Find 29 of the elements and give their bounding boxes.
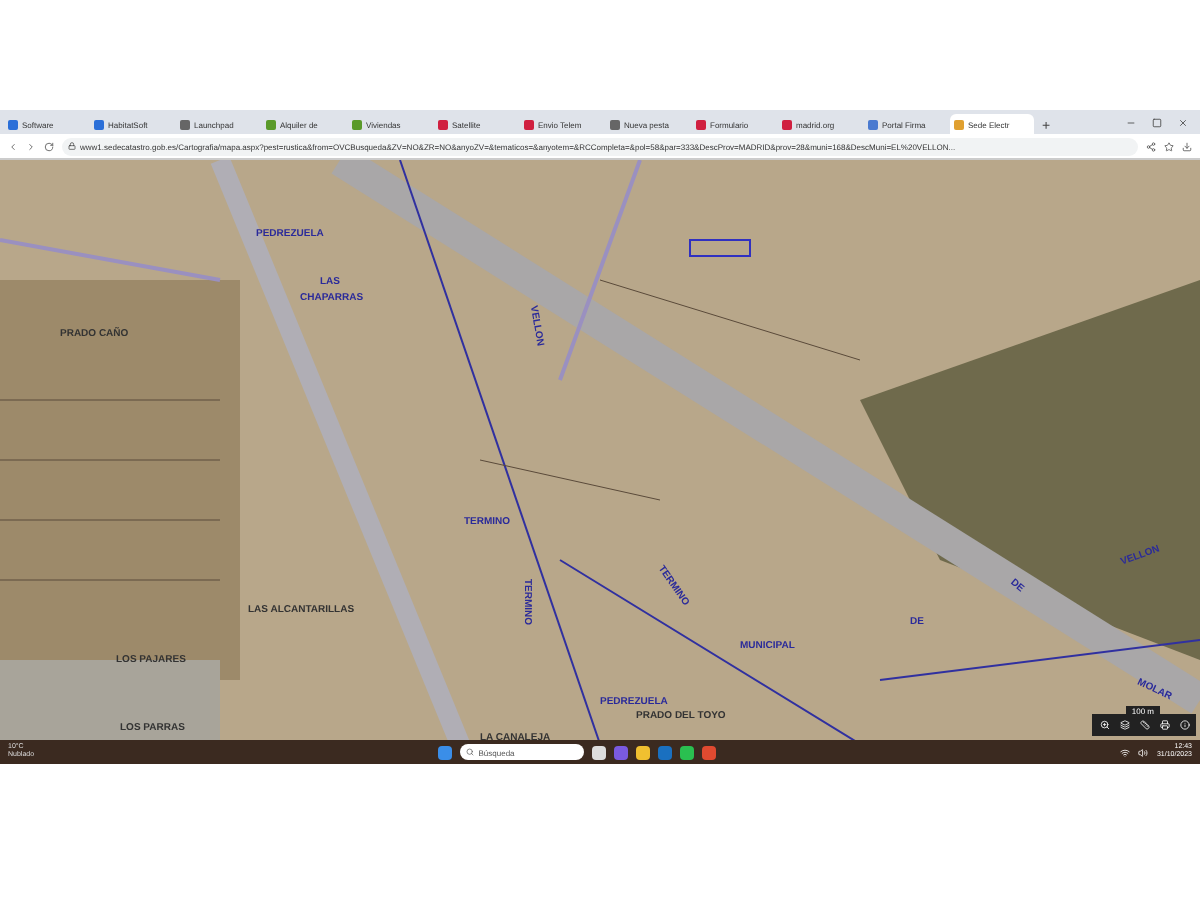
site-icon	[438, 119, 448, 129]
star-icon[interactable]	[1164, 141, 1174, 151]
site-icon	[94, 119, 104, 129]
site-icon	[954, 119, 964, 129]
site-icon	[180, 119, 190, 129]
search-icon	[466, 748, 475, 756]
forward-icon[interactable]	[26, 141, 36, 151]
site-icon	[868, 119, 878, 129]
volume-icon[interactable]	[1138, 747, 1149, 757]
ruler-icon[interactable]	[1139, 720, 1149, 730]
reload-icon[interactable]	[44, 141, 54, 151]
print-icon[interactable]	[1159, 720, 1169, 730]
site-icon	[696, 119, 706, 129]
site-icon	[782, 119, 792, 129]
site-icon	[352, 119, 362, 129]
site-icon	[266, 119, 276, 129]
info-icon[interactable]	[1179, 720, 1189, 730]
wifi-icon[interactable]	[1120, 747, 1131, 757]
site-icon	[524, 119, 534, 129]
zoom-icon[interactable]	[1099, 720, 1109, 730]
site-icon	[610, 119, 620, 129]
start-icon[interactable]	[438, 745, 453, 759]
site-icon	[8, 119, 18, 129]
back-icon[interactable]	[8, 141, 18, 151]
download-icon[interactable]	[1182, 141, 1192, 151]
maximize-icon[interactable]	[1152, 117, 1162, 127]
share-icon[interactable]	[1146, 141, 1156, 151]
lock-icon	[68, 142, 76, 150]
layers-icon[interactable]	[1119, 720, 1129, 730]
